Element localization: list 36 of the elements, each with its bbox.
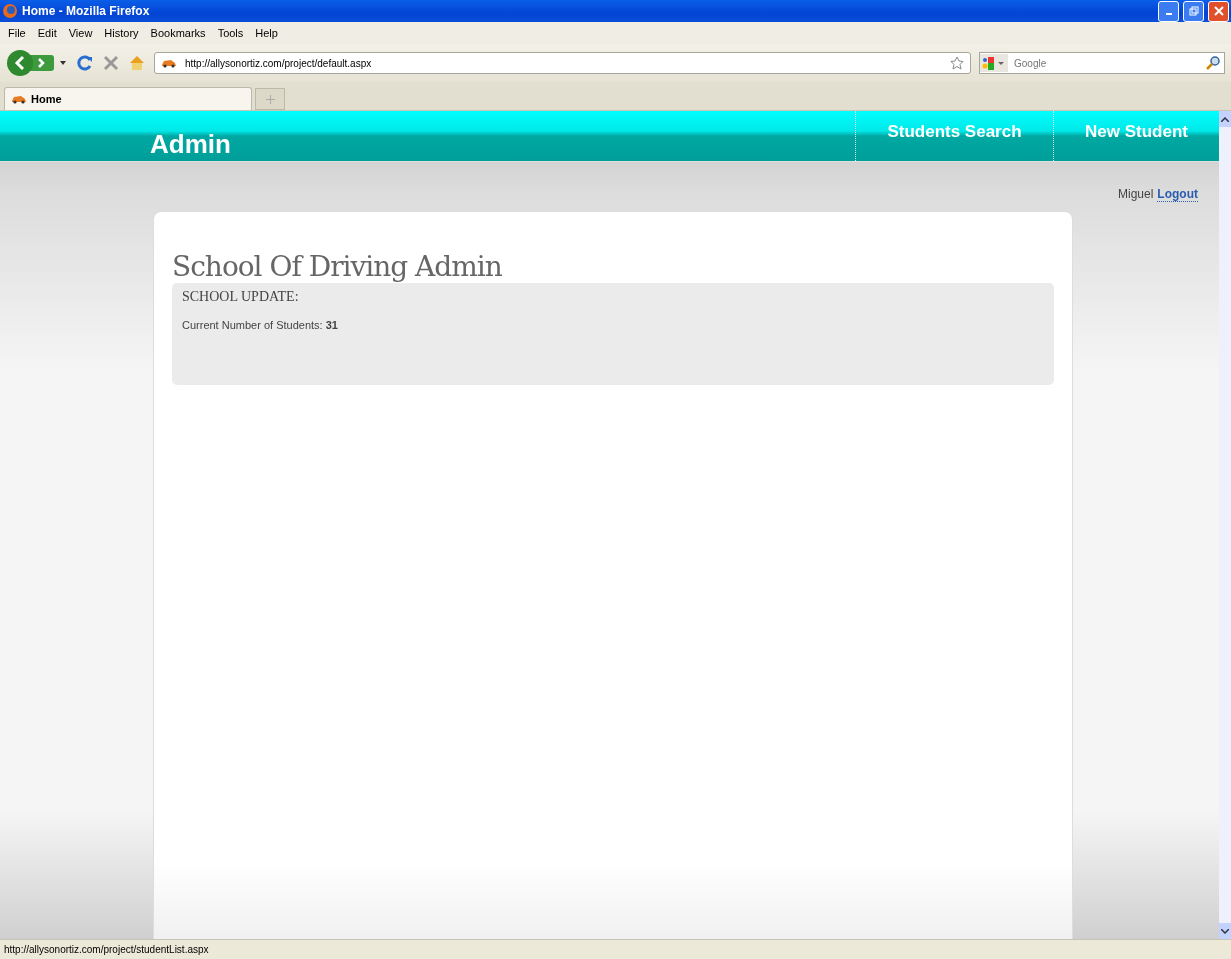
panel-title: SCHOOL UPDATE: [182,289,300,305]
student-count: Current Number of Students: 31 [182,319,339,331]
scroll-up-icon[interactable] [1221,116,1229,122]
window-title: Home - Mozilla Firefox [22,4,151,18]
scroll-down-icon[interactable] [1221,928,1229,934]
menu-item[interactable]: Bookmarks [146,27,210,39]
car-icon [161,58,177,68]
star-icon[interactable] [950,56,964,70]
search-icon[interactable] [1206,56,1220,70]
scrollbar[interactable] [1219,111,1231,939]
menu-item[interactable]: Help [251,27,282,39]
menu-item[interactable]: Tools [213,27,248,39]
car-icon [11,94,27,104]
restore-icon [1188,6,1199,16]
restore-button[interactable] [1183,0,1204,22]
address-field[interactable]: http://allysonortiz.com/project/default.aspx [183,56,944,70]
close-button[interactable] [1208,0,1229,22]
search-engine-icon[interactable] [980,54,1008,72]
logout-link[interactable]: Logout [1157,187,1198,202]
minimize-button[interactable] [1158,0,1179,22]
menu-item[interactable]: History [100,27,143,39]
plus-icon [265,94,275,104]
address-bar[interactable]: http://allysonortiz.com/project/default.aspx [154,52,971,74]
site-brand: Admin [150,129,232,161]
search-bar[interactable]: Google [979,52,1225,74]
page-heading: School Of Driving Admin [172,250,503,283]
reload-icon[interactable] [76,54,94,72]
user-name: Miguel [1118,187,1154,203]
browser-tab[interactable]: Home [4,87,252,110]
stop-icon[interactable] [102,54,120,72]
menu-item[interactable]: Edit [33,27,61,39]
back-forward-icon[interactable] [6,49,68,77]
menu-item[interactable]: File [4,27,30,39]
close-icon [1213,6,1224,16]
browser-logo-icon [2,3,18,19]
menu-item[interactable]: View [64,27,97,39]
